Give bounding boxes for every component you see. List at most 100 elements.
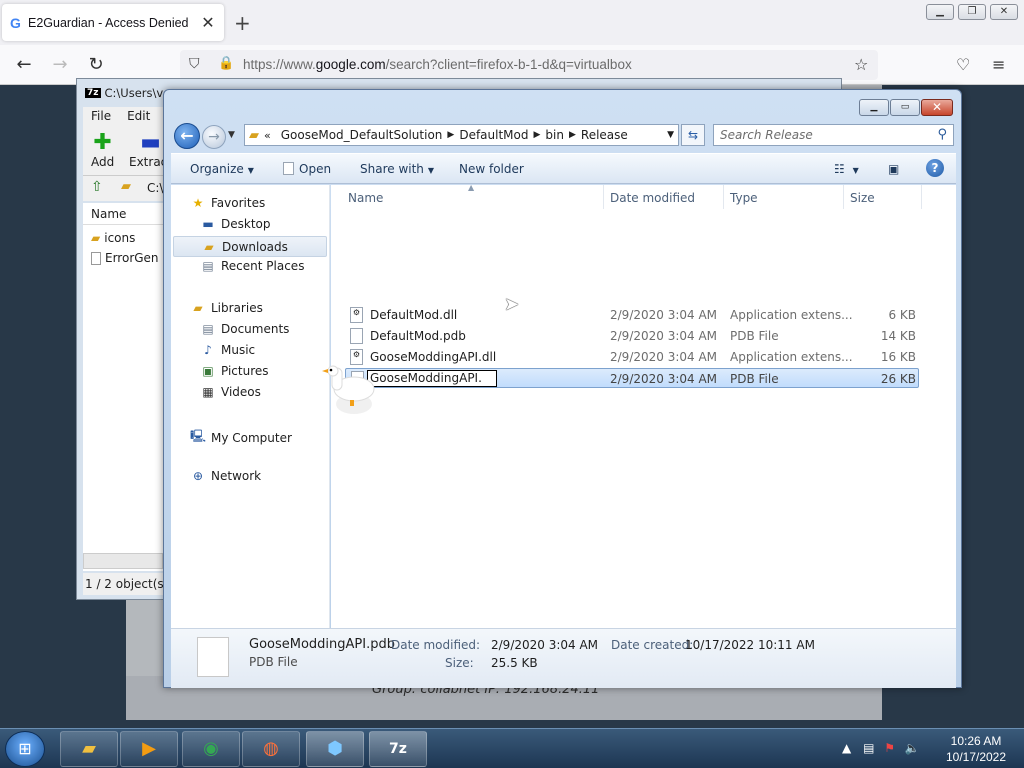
taskbar-chrome-icon[interactable]: ◉ <box>182 731 240 767</box>
sevenzip-horizontal-scrollbar[interactable] <box>83 553 163 569</box>
close-button[interactable]: ✕ <box>921 99 953 116</box>
table-row[interactable]: DefaultMod.pdb 2/9/2020 3:04 AM PDB File… <box>345 326 919 346</box>
add-button[interactable]: ✚ Add <box>91 131 114 170</box>
share-with-button[interactable]: Share with ▼ <box>360 162 434 176</box>
sidebar-item-documents[interactable]: ▤ Documents <box>199 322 289 336</box>
column-divider[interactable] <box>921 185 922 209</box>
table-row-selected[interactable]: GooseModdingAPI. 2/9/2020 3:04 AM PDB Fi… <box>345 368 919 388</box>
url-text[interactable]: https://www.google.com/search?client=fir… <box>243 57 632 72</box>
sidebar-item-videos[interactable]: ▦ Videos <box>199 385 261 399</box>
organize-button[interactable]: Organize ▼ <box>190 162 254 176</box>
new-folder-button[interactable]: New folder <box>459 162 524 176</box>
url-bar[interactable]: ⛉ 🔒 https://www.google.com/search?client… <box>180 50 878 80</box>
address-dropdown-icon[interactable]: ▼ <box>667 130 674 140</box>
show-hidden-icons-icon[interactable]: ▲ <box>842 741 851 755</box>
details-created-label: Date created: <box>611 638 694 652</box>
clock-time: 10:26 AM <box>950 734 1002 748</box>
maximize-button[interactable]: ▭ <box>890 99 920 116</box>
breadcrumb-item[interactable]: GooseMod_DefaultSolution <box>276 128 448 142</box>
navigation-pane: ★ Favorites ▬ Desktop ▰ Downloads ▤ Recent P… <box>171 185 330 628</box>
rename-input[interactable]: GooseModdingAPI. <box>367 370 497 387</box>
close-tab-icon[interactable]: ✕ <box>200 13 216 32</box>
menu-edit[interactable]: Edit <box>119 107 158 125</box>
sidebar-item-label: Downloads <box>222 239 288 254</box>
sidebar-item-downloads[interactable]: ▰ Downloads <box>173 236 327 257</box>
forward-arrow-icon[interactable]: → <box>202 125 226 149</box>
folder-icon: ▰ <box>91 231 101 245</box>
action-center-icon[interactable]: ⚑ <box>884 741 895 755</box>
column-header-type[interactable]: Type <box>730 191 758 205</box>
taskbar-virtualbox-icon[interactable]: ⬢ <box>306 731 364 767</box>
tracking-shield-icon[interactable]: ⛉ <box>189 56 200 72</box>
desktop-goose-icon[interactable] <box>320 362 376 418</box>
search-input[interactable]: Search Release ⚲ <box>713 124 954 146</box>
table-row[interactable]: ⚙ GooseModdingAPI.dll 2/9/2020 3:04 AM A… <box>345 347 919 367</box>
minimize-button[interactable]: ▁ <box>859 99 889 116</box>
breadcrumb-separator-icon[interactable]: ▶ <box>447 130 454 140</box>
google-favicon-icon: G <box>10 14 21 31</box>
back-button[interactable]: ← <box>12 53 36 77</box>
sidebar-item-favorites[interactable]: ★ Favorites <box>189 196 266 210</box>
column-divider[interactable] <box>723 185 724 209</box>
help-icon[interactable]: ? <box>926 159 944 177</box>
volume-icon[interactable]: 🔈 <box>905 741 920 755</box>
search-icon[interactable]: ⚲ <box>937 127 947 142</box>
taskbar-media-player-icon[interactable]: ▶ <box>120 731 178 767</box>
column-header-date[interactable]: Date modified <box>610 191 695 205</box>
file-name: DefaultMod.dll <box>370 308 458 322</box>
lock-icon[interactable]: 🔒 <box>218 56 234 71</box>
sidebar-item-label: Documents <box>221 322 290 336</box>
column-divider[interactable] <box>603 185 604 209</box>
taskbar-firefox-icon[interactable]: ◍ <box>242 731 300 767</box>
sidebar-item-recent-places[interactable]: ▤ Recent Places <box>199 259 304 273</box>
recent-pages-dropdown-icon[interactable]: ▼ <box>228 130 235 140</box>
menu-file[interactable]: File <box>83 107 119 125</box>
breadcrumb-item[interactable]: Release <box>576 128 633 142</box>
file-date: 2/9/2020 3:04 AM <box>610 372 718 386</box>
explorer-window[interactable]: ▁ ▭ ✕ ← → ▼ ▰ « GooseMod_DefaultSolution… <box>163 89 962 688</box>
sidebar-item-desktop[interactable]: ▬ Desktop <box>199 217 270 231</box>
forward-button[interactable]: → <box>48 53 72 77</box>
bookmark-star-icon[interactable]: ☆ <box>854 55 868 74</box>
reload-button[interactable]: ↻ <box>84 53 108 77</box>
breadcrumb-item[interactable]: DefaultMod <box>454 128 533 142</box>
network-tray-icon[interactable]: ▤ <box>863 741 874 755</box>
back-arrow-icon[interactable]: ← <box>174 123 200 149</box>
pocket-icon[interactable]: ♡ <box>956 55 970 74</box>
taskbar-explorer-icon[interactable]: ▰ <box>60 731 118 767</box>
taskbar-7zip-icon[interactable]: 7z <box>369 731 427 767</box>
sidebar-item-network[interactable]: ⊕ Network <box>189 469 261 483</box>
menu-hamburger-icon[interactable]: ≡ <box>992 55 1005 74</box>
column-header-name[interactable]: Name <box>348 191 383 205</box>
browser-restore-button[interactable]: ❐ <box>958 4 986 20</box>
clock[interactable]: 10:26 AM 10/17/2022 <box>936 733 1016 765</box>
browser-minimize-button[interactable]: ▁ <box>926 4 954 20</box>
sidebar-item-libraries[interactable]: ▰ Libraries <box>189 301 262 315</box>
list-item[interactable]: ▰ icons <box>91 231 135 245</box>
refresh-icon[interactable]: ⇆ <box>681 124 705 146</box>
details-created-value: 10/17/2022 10:11 AM <box>685 638 815 652</box>
sidebar-item-music[interactable]: ♪ Music <box>199 343 255 357</box>
breadcrumb-overflow-icon[interactable]: « <box>259 129 276 142</box>
sidebar-item-pictures[interactable]: ▣ Pictures <box>199 364 268 378</box>
up-folder-icon[interactable]: ⇧ <box>91 179 103 195</box>
sidebar-item-my-computer[interactable]: 🖳 My Computer <box>189 427 292 448</box>
preview-pane-icon[interactable]: ▣ <box>888 162 899 176</box>
breadcrumb-separator-icon[interactable]: ▶ <box>534 130 541 140</box>
column-divider[interactable] <box>843 185 844 209</box>
list-item[interactable]: ErrorGen <box>91 251 159 265</box>
folder-icon: ▰ <box>249 127 259 143</box>
browser-close-button[interactable]: ✕ <box>990 4 1018 20</box>
browser-tab[interactable]: G E2Guardian - Access Denied ✕ <box>2 4 224 41</box>
view-options-icon[interactable]: ☷ ▼ <box>834 162 859 176</box>
start-button[interactable]: ⊞ <box>5 731 45 767</box>
table-row[interactable]: ⚙ DefaultMod.dll 2/9/2020 3:04 AM Applic… <box>345 305 919 325</box>
breadcrumb-separator-icon[interactable]: ▶ <box>569 130 576 140</box>
chevron-down-icon: ▼ <box>427 166 435 175</box>
open-button[interactable]: Open <box>283 162 331 176</box>
breadcrumb[interactable]: ▰ « GooseMod_DefaultSolution ▶ DefaultMo… <box>244 124 679 146</box>
share-label: Share with <box>360 162 424 176</box>
new-tab-button[interactable]: + <box>234 11 251 35</box>
column-header-size[interactable]: Size <box>850 191 875 205</box>
breadcrumb-item[interactable]: bin <box>540 128 569 142</box>
